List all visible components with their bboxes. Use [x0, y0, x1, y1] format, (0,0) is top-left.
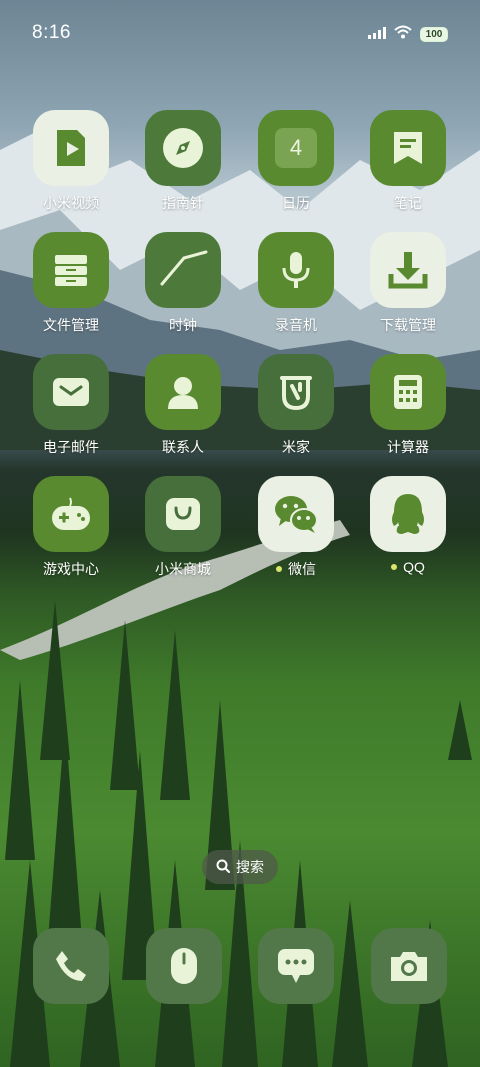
signal-icon: [368, 26, 386, 44]
app-mijia[interactable]: 米家: [240, 354, 352, 457]
app-label: 联系人: [162, 439, 204, 455]
compass-icon: [145, 110, 221, 186]
dock-phone[interactable]: [33, 928, 109, 1004]
app-label: 笔记: [394, 195, 422, 211]
app-label: 电子邮件: [43, 439, 99, 455]
calendar-date: 4: [275, 128, 317, 168]
phone-icon: [33, 928, 109, 1004]
qq-icon: [370, 476, 446, 552]
clock-time: 8:16: [32, 22, 71, 43]
app-label: 日历: [282, 195, 310, 211]
app-contacts[interactable]: 联系人: [127, 354, 239, 457]
email-icon: [33, 354, 109, 430]
search-icon: [216, 859, 230, 876]
app-label: 指南针: [162, 195, 204, 211]
app-notes[interactable]: 笔记: [352, 110, 464, 213]
calendar-icon: 4: [258, 110, 334, 186]
microphone-icon: [258, 232, 334, 308]
browser-icon: [146, 928, 222, 1004]
mijia-icon: [258, 354, 334, 430]
clock-icon: [145, 232, 221, 308]
app-file-manager[interactable]: 文件管理: [15, 232, 127, 335]
app-wechat[interactable]: 微信: [240, 476, 352, 579]
app-label: QQ: [403, 559, 425, 575]
app-label-row: QQ: [352, 559, 464, 575]
messages-icon: [258, 928, 334, 1004]
camera-icon: [371, 928, 447, 1004]
dock-messages[interactable]: [258, 928, 334, 1004]
app-label: 小米视频: [43, 195, 99, 211]
app-label: 计算器: [387, 439, 429, 455]
video-icon: [33, 110, 109, 186]
app-clock[interactable]: 时钟: [127, 232, 239, 335]
file-manager-icon: [33, 232, 109, 308]
app-label: 小米商城: [155, 561, 211, 577]
app-calculator[interactable]: 计算器: [352, 354, 464, 457]
app-download-manager[interactable]: 下载管理: [352, 232, 464, 335]
notes-icon: [370, 110, 446, 186]
notification-dot: [276, 566, 282, 572]
app-compass[interactable]: 指南针: [127, 110, 239, 213]
contacts-icon: [145, 354, 221, 430]
app-label: 微信: [288, 561, 316, 577]
app-email[interactable]: 电子邮件: [15, 354, 127, 457]
calculator-icon: [370, 354, 446, 430]
notification-dot: [391, 564, 398, 570]
mi-store-icon: [145, 476, 221, 552]
wechat-icon: [258, 476, 334, 552]
app-game-center[interactable]: 游戏中心: [15, 476, 127, 579]
app-label: 下载管理: [380, 317, 436, 333]
app-label: 文件管理: [43, 317, 99, 333]
search-label: 搜索: [236, 859, 264, 875]
app-calendar[interactable]: 4 日历: [240, 110, 352, 213]
app-qq[interactable]: QQ: [352, 476, 464, 575]
download-icon: [370, 232, 446, 308]
app-mi-video[interactable]: 小米视频: [15, 110, 127, 213]
dock-browser[interactable]: [146, 928, 222, 1004]
dock-camera[interactable]: [371, 928, 447, 1004]
app-label: 时钟: [169, 317, 197, 333]
status-bar: 8:16 100: [0, 0, 480, 68]
wifi-icon: [394, 25, 412, 44]
app-label: 米家: [282, 439, 310, 455]
app-mi-store[interactable]: 小米商城: [127, 476, 239, 579]
app-label: 录音机: [275, 317, 317, 333]
app-label: 游戏中心: [43, 561, 99, 577]
battery-icon: 100: [420, 27, 448, 42]
search-pill[interactable]: 搜索: [202, 850, 278, 884]
app-recorder[interactable]: 录音机: [240, 232, 352, 335]
game-center-icon: [33, 476, 109, 552]
app-label-row: 微信: [240, 559, 352, 579]
